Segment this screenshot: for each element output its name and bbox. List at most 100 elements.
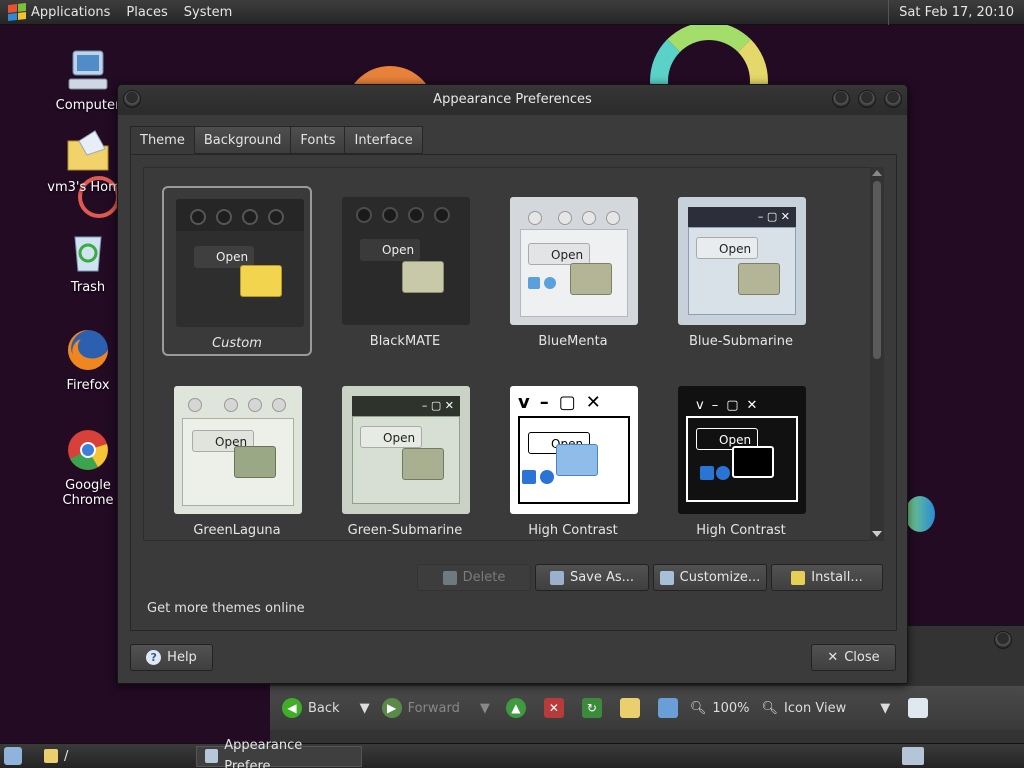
reload-icon[interactable]: ↻ <box>581 698 602 718</box>
delete-label: Delete <box>462 570 506 585</box>
save-icon <box>549 570 564 585</box>
fm-close-button[interactable] <box>994 631 1012 649</box>
up-arrow-icon[interactable]: ▲ <box>505 698 526 718</box>
clock[interactable]: Sat Feb 17, 20:10 <box>888 0 1024 25</box>
more-themes-link[interactable]: Get more themes online <box>147 601 305 616</box>
scroll-down-icon[interactable] <box>872 531 882 537</box>
install-button[interactable]: Install... <box>771 564 883 591</box>
forward-arrow-icon: ▶ <box>381 698 402 718</box>
home-folder-icon <box>64 128 112 176</box>
home-icon[interactable] <box>619 698 640 718</box>
theme-label: BlackMATE <box>369 334 441 349</box>
stop-icon[interactable]: ✕ <box>543 698 564 718</box>
appearance-taskbutton[interactable]: Appearance Prefere... <box>196 738 363 768</box>
task-label: Appearance Prefere... <box>224 738 303 768</box>
thumb-open-label: Open <box>360 426 423 448</box>
theme-item-greenlaguna[interactable]: Open GreenLaguna <box>162 375 312 540</box>
theme-grid-scrollbar[interactable] <box>870 167 884 541</box>
menu-places[interactable]: Places <box>118 0 175 25</box>
desktop-icon-label: Computer <box>55 98 121 113</box>
help-icon: ? <box>146 650 162 665</box>
workspace-switcher-icon[interactable] <box>902 747 924 765</box>
theme-label: Green-Submarine <box>347 523 463 538</box>
delete-icon <box>442 570 457 585</box>
theme-label: High Contrast <box>696 523 786 538</box>
fm-zoom[interactable]: 🔍︎ 100% <box>690 701 750 716</box>
customize-button[interactable]: Customize... <box>653 564 767 591</box>
install-label: Install... <box>811 570 863 585</box>
theme-item-bluementa[interactable]: Open BlueMenta <box>498 186 648 356</box>
fm-zoom-label: 100% <box>712 700 750 716</box>
theme-item-high-contrast[interactable]: v–▢✕ Open High Contrast <box>498 375 648 540</box>
help-button[interactable]: ? Help <box>130 644 213 671</box>
customize-label: Customize... <box>679 570 761 585</box>
save-as-label: Save As... <box>569 570 635 585</box>
thumb-open-label: Open <box>360 239 421 261</box>
show-desktop-icon[interactable] <box>4 747 22 765</box>
firefox-icon <box>64 326 112 374</box>
close-icon: ✕ <box>827 650 839 665</box>
back-arrow-icon: ◀ <box>282 698 302 718</box>
theme-thumbnail: – ▢ ✕ Open <box>342 386 470 514</box>
fm-forward-button[interactable]: ▶ Forward ▼ <box>381 698 490 718</box>
tab-interface[interactable]: Interface <box>344 126 423 154</box>
close-button[interactable]: ✕ Close <box>811 644 896 671</box>
theme-thumbnail: Open <box>342 197 470 325</box>
fm-forward-label: Forward <box>407 700 460 716</box>
theme-thumbnail: Open <box>510 197 638 325</box>
minimize-button[interactable] <box>832 90 850 108</box>
theme-label: BlueMenta <box>538 334 608 349</box>
trash-icon <box>64 228 112 276</box>
delete-button[interactable]: Delete <box>417 564 531 591</box>
theme-item-high-contrast-inverse[interactable]: v–▢✕ Open High Contrast <box>666 375 816 540</box>
computer-icon <box>64 46 112 94</box>
tab-fonts[interactable]: Fonts <box>290 126 346 154</box>
appearance-icon <box>205 749 219 763</box>
close-window-button[interactable] <box>884 90 902 108</box>
dropdown-arrow-icon[interactable]: ▼ <box>480 701 490 716</box>
save-as-button[interactable]: Save As... <box>535 564 649 591</box>
theme-label: Blue-Submarine <box>688 334 794 349</box>
menu-system-label: System <box>183 4 233 20</box>
tab-theme[interactable]: Theme <box>130 126 195 155</box>
titlebar[interactable]: Appearance Preferences <box>118 85 907 115</box>
chevron-down-icon: ▼ <box>880 700 891 716</box>
scroll-up-icon[interactable] <box>872 170 882 176</box>
window-menu-button[interactable] <box>123 90 141 108</box>
scroll-thumb[interactable] <box>873 181 881 359</box>
close-label: Close <box>844 650 880 665</box>
computer-icon[interactable] <box>657 698 678 718</box>
fm-back-button[interactable]: ◀ Back ▼ <box>282 698 370 718</box>
search-icon[interactable] <box>908 698 929 718</box>
top-panel: Applications Places System Sat Feb 17, 2… <box>0 0 1024 25</box>
theme-item-green-submarine[interactable]: – ▢ ✕ Open Green-Submarine <box>330 375 480 540</box>
zoom-icon: 🔍︎ <box>761 700 779 716</box>
path-taskbutton[interactable]: / <box>36 746 76 767</box>
maximize-button[interactable] <box>858 90 876 108</box>
menu-system[interactable]: System <box>176 0 240 25</box>
theme-item-custom[interactable]: Open Custom <box>162 186 312 356</box>
chrome-icon <box>64 426 112 474</box>
appearance-preferences-dialog: Appearance Preferences Theme Background … <box>117 84 908 684</box>
thumb-open-label: Open <box>528 243 591 265</box>
wallpaper-blob <box>905 496 935 532</box>
tab-bar: Theme Background Fonts Interface <box>130 126 423 155</box>
fm-toolbar: ◀ Back ▼ ▶ Forward ▼ ▲ ✕ ↻ 🔍︎ 100% 🔍︎ Ic… <box>270 686 1024 730</box>
windows-logo-icon <box>8 3 26 21</box>
fm-view-select[interactable]: 🔍︎ Icon View ▼ <box>762 701 891 716</box>
window-title: Appearance Preferences <box>433 92 592 107</box>
theme-tab-panel: Open Custom Open BlackMATE Open BlueMent… <box>130 154 897 631</box>
theme-thumbnail: Open <box>176 199 304 327</box>
dropdown-arrow-icon[interactable]: ▼ <box>360 701 370 716</box>
menu-applications-label: Applications <box>31 4 111 20</box>
customize-icon <box>659 570 674 585</box>
folder-icon <box>44 749 58 763</box>
tab-background[interactable]: Background <box>193 126 292 154</box>
zoom-icon: 🔍︎ <box>689 700 707 716</box>
desktop-icon-label: Google Chrome <box>62 478 114 508</box>
path-label: / <box>64 748 69 764</box>
theme-item-blue-submarine[interactable]: – ▢ ✕ Open Blue-Submarine <box>666 186 816 356</box>
menu-applications[interactable]: Applications <box>0 0 118 25</box>
theme-item-blackmate[interactable]: Open BlackMATE <box>330 186 480 356</box>
bottom-panel: / Appearance Prefere... <box>0 738 1024 768</box>
